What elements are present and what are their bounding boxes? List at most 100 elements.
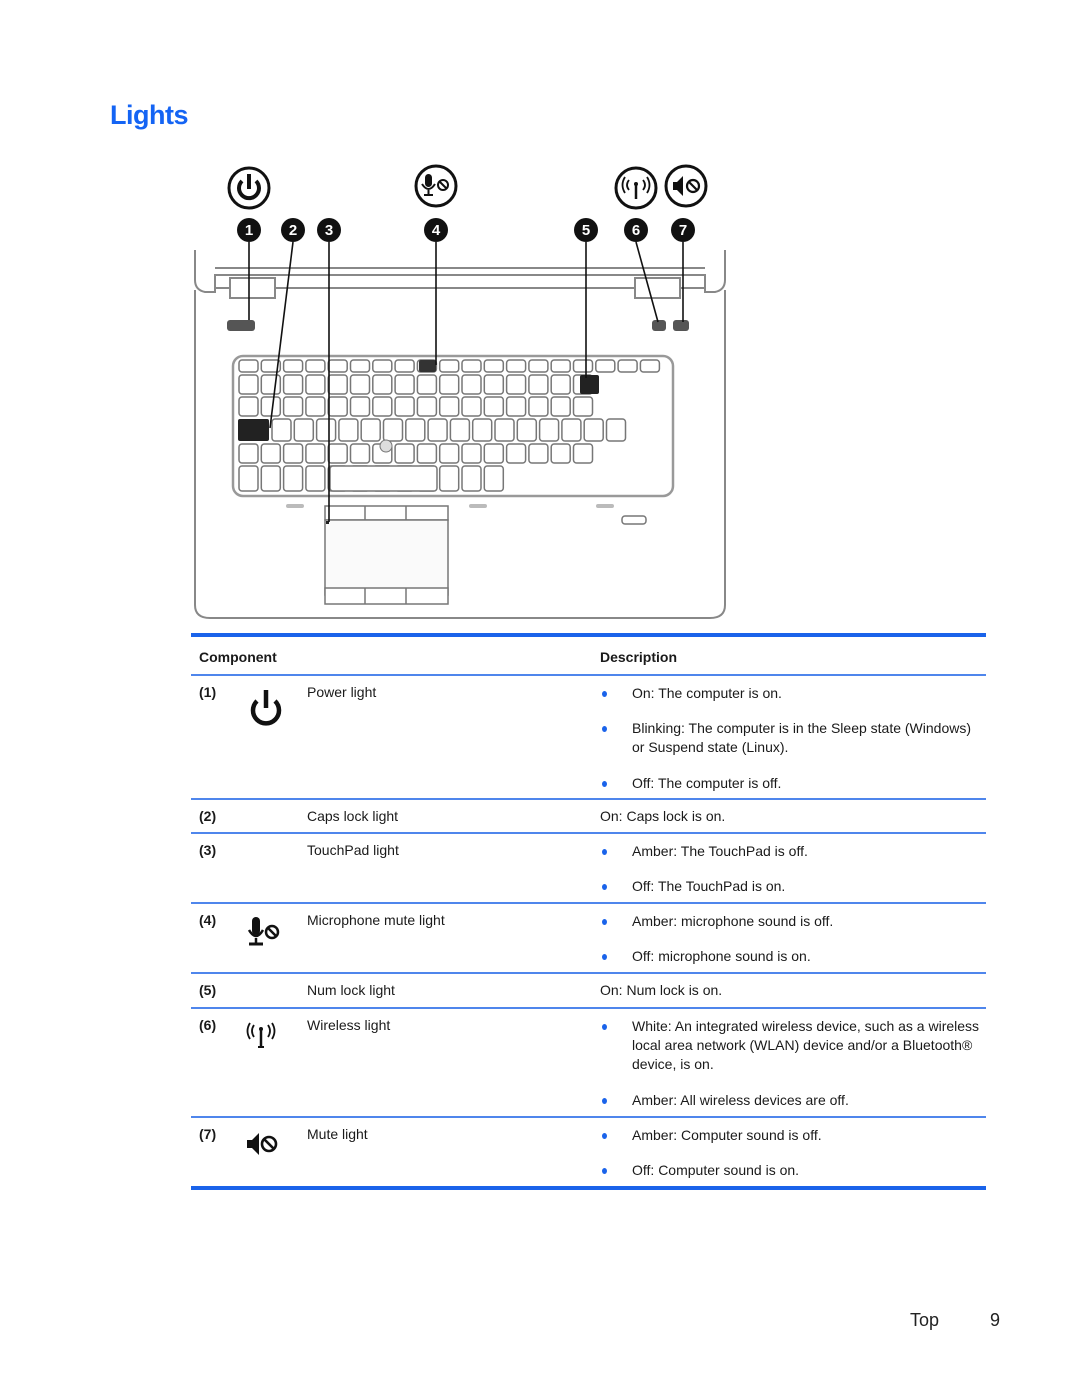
keyboard-key bbox=[438, 465, 460, 492]
figure-mute-icon bbox=[664, 164, 708, 208]
keyboard-key bbox=[461, 443, 482, 464]
keyboard-key bbox=[605, 418, 627, 442]
keyboard-key bbox=[416, 374, 438, 395]
keyboard-key bbox=[483, 374, 505, 395]
keyboard-key bbox=[528, 396, 549, 417]
power-icon bbox=[250, 690, 282, 726]
keyboard-key bbox=[483, 443, 505, 464]
keyboard-key bbox=[305, 374, 326, 395]
mute-icon bbox=[247, 1133, 278, 1155]
keyboard-key bbox=[315, 418, 337, 442]
wireless-button-light bbox=[652, 320, 666, 331]
svg-text:1: 1 bbox=[245, 222, 253, 239]
keyboard-key bbox=[438, 374, 460, 395]
mic-mute-key bbox=[419, 360, 436, 372]
row-number: (5) bbox=[199, 982, 217, 998]
lights-table: Component Description (1) Power light On… bbox=[191, 633, 986, 1190]
keyboard-key bbox=[260, 396, 282, 417]
keyboard-key bbox=[260, 374, 282, 395]
caps-lock-key bbox=[238, 419, 269, 441]
keyboard-key bbox=[360, 418, 381, 442]
keyboard-key bbox=[550, 359, 571, 373]
figure-microphone-mute-icon bbox=[414, 164, 458, 208]
keyboard-key bbox=[305, 465, 326, 492]
keyboard-key bbox=[238, 465, 259, 492]
keyboard-key bbox=[260, 465, 282, 492]
page-number: 9 bbox=[990, 1310, 1001, 1330]
touchpad-top-buttons bbox=[324, 505, 449, 521]
row-number: (7) bbox=[199, 1126, 217, 1142]
keyboard-key bbox=[528, 443, 549, 464]
keyboard-key bbox=[349, 359, 371, 373]
keyboard-key bbox=[327, 443, 348, 464]
keyboard-key bbox=[282, 359, 304, 373]
column-header-component: Component bbox=[199, 649, 277, 665]
keyboard-key bbox=[505, 374, 527, 395]
row-number: (3) bbox=[199, 842, 217, 858]
keyboard-key bbox=[516, 418, 538, 442]
keyboard-key bbox=[382, 418, 404, 442]
callout-7: 7 bbox=[671, 218, 695, 242]
keyboard-key bbox=[238, 359, 259, 373]
pointing-stick bbox=[379, 439, 393, 453]
svg-text:3: 3 bbox=[325, 222, 333, 239]
keyboard-key bbox=[550, 443, 571, 464]
row-number: (2) bbox=[199, 808, 217, 824]
keyboard-key bbox=[427, 418, 448, 442]
table-row: (4) Microphone mute light Amber: microph… bbox=[199, 912, 834, 964]
keyboard-key bbox=[461, 465, 482, 492]
keyboard-key bbox=[338, 418, 359, 442]
column-header-description: Description bbox=[600, 649, 678, 665]
keyboard-key bbox=[372, 396, 393, 417]
keyboard-key bbox=[282, 396, 304, 417]
keyboard-key bbox=[238, 374, 259, 395]
keyboard-key bbox=[372, 359, 393, 373]
keyboard-key bbox=[349, 374, 371, 395]
keyboard-key bbox=[394, 359, 415, 373]
keyboard-key bbox=[550, 374, 571, 395]
svg-text:2: 2 bbox=[289, 222, 297, 239]
table-row: (2) Caps lock light On: Caps lock is on. bbox=[191, 800, 986, 832]
num-lock-key bbox=[580, 375, 599, 394]
wireless-icon bbox=[246, 1022, 276, 1048]
keyboard-key bbox=[271, 418, 292, 442]
keyboard-key bbox=[282, 465, 304, 492]
keyboard-key bbox=[538, 418, 560, 442]
keyboard-key bbox=[595, 359, 616, 373]
component-name: Wireless light bbox=[307, 1017, 391, 1033]
keyboard-key bbox=[528, 374, 549, 395]
component-name: Power light bbox=[307, 684, 377, 700]
keyboard-key bbox=[639, 359, 661, 373]
component-name: Microphone mute light bbox=[307, 912, 445, 928]
keyboard-key bbox=[483, 465, 505, 492]
keyboard-key bbox=[305, 396, 326, 417]
keyboard-key bbox=[282, 374, 304, 395]
keyboard-key bbox=[561, 418, 582, 442]
microphone-mute-icon bbox=[247, 917, 280, 946]
keyboard-key bbox=[528, 359, 549, 373]
callout-4: 4 bbox=[424, 218, 448, 242]
keyboard-key bbox=[238, 443, 259, 464]
table-bottom-rule bbox=[191, 1186, 986, 1190]
keyboard-key bbox=[438, 396, 460, 417]
touchpad bbox=[324, 519, 449, 596]
component-name: TouchPad light bbox=[307, 842, 399, 858]
keyboard-key bbox=[505, 443, 527, 464]
callout-5: 5 bbox=[574, 218, 598, 242]
row-number: (4) bbox=[199, 912, 217, 928]
callout-6: 6 bbox=[624, 218, 648, 242]
keyboard-key bbox=[494, 418, 515, 442]
keyboard-key bbox=[572, 396, 594, 417]
table-row: (3) TouchPad light Amber: The TouchPad i… bbox=[199, 842, 808, 894]
svg-text:6: 6 bbox=[632, 222, 640, 239]
svg-text:7: 7 bbox=[679, 222, 687, 239]
keyboard-key bbox=[282, 443, 304, 464]
touchpad-bottom-buttons bbox=[324, 587, 449, 605]
spacebar-key bbox=[329, 465, 438, 492]
keyboard-key bbox=[471, 418, 493, 442]
table-row: (7) Mute light Amber: Computer sound is … bbox=[199, 1126, 822, 1178]
footer-section-name: Top bbox=[910, 1310, 940, 1330]
power-button-light bbox=[227, 320, 255, 331]
keyboard-key bbox=[394, 396, 415, 417]
callout-1: 1 bbox=[237, 218, 261, 242]
